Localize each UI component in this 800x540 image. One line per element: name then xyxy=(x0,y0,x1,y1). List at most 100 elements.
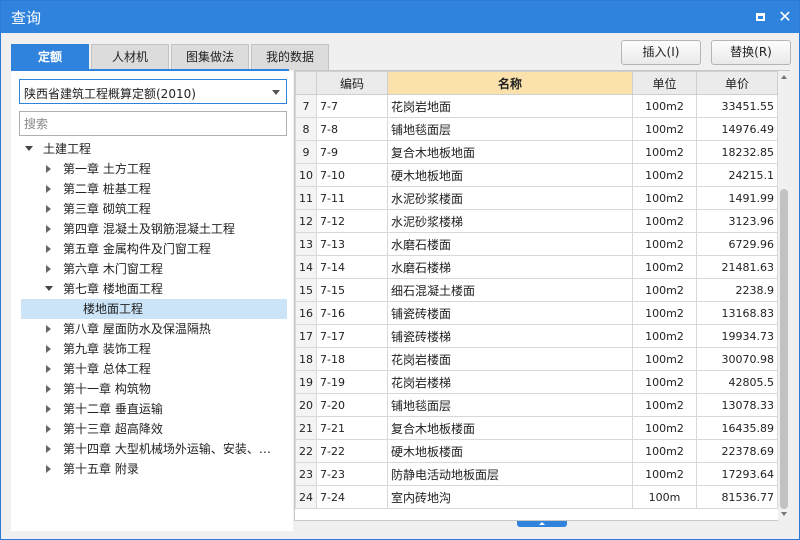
unit-cell[interactable]: 100m2 xyxy=(632,163,697,187)
collapsed-arrow-icon[interactable] xyxy=(46,325,51,333)
code-cell[interactable]: 7-9 xyxy=(316,140,388,164)
table-row[interactable]: 11 7-11 水泥砂浆楼面 100m2 1491.99 xyxy=(295,186,778,210)
price-cell[interactable]: 42805.5 xyxy=(696,370,778,394)
price-cell[interactable]: 13168.83 xyxy=(696,301,778,325)
name-cell[interactable]: 花岗岩楼梯 xyxy=(387,370,633,394)
tree-chapter-item[interactable]: 第四章 混凝土及钢筋混凝土工程 xyxy=(11,219,291,239)
price-cell[interactable]: 13078.33 xyxy=(696,393,778,417)
unit-cell[interactable]: 100m2 xyxy=(632,117,697,141)
name-cell[interactable]: 复合木地板地面 xyxy=(387,140,633,164)
name-cell[interactable]: 防静电活动地板面层 xyxy=(387,462,633,486)
price-cell[interactable]: 33451.55 xyxy=(696,94,778,118)
tree-chapter-item[interactable]: 第七章 楼地面工程 xyxy=(11,279,291,299)
tree-chapter-item[interactable]: 第八章 屋面防水及保温隔热 xyxy=(11,319,291,339)
price-cell[interactable]: 30070.98 xyxy=(696,347,778,371)
name-cell[interactable]: 花岗岩地面 xyxy=(387,94,633,118)
name-cell[interactable]: 花岗岩楼面 xyxy=(387,347,633,371)
name-cell[interactable]: 铺地毯面层 xyxy=(387,117,633,141)
code-cell[interactable]: 7-23 xyxy=(316,462,388,486)
row-index-cell[interactable]: 11 xyxy=(295,186,317,210)
unit-cell[interactable]: 100m2 xyxy=(632,370,697,394)
scrollbar-thumb[interactable] xyxy=(780,189,788,509)
chevron-down-icon[interactable] xyxy=(272,90,280,95)
table-row[interactable]: 9 7-9 复合木地板地面 100m2 18232.85 xyxy=(295,140,778,164)
row-index-cell[interactable]: 20 xyxy=(295,393,317,417)
table-row[interactable]: 23 7-23 防静电活动地板面层 100m2 17293.64 xyxy=(295,462,778,486)
tree-chapter-item[interactable]: 第五章 金属构件及门窗工程 xyxy=(11,239,291,259)
quota-library-select[interactable]: 陕西省建筑工程概算定额(2010) xyxy=(19,79,287,104)
unit-cell[interactable]: 100m xyxy=(632,485,697,509)
price-cell[interactable]: 21481.63 xyxy=(696,255,778,279)
column-header-code[interactable]: 编码 xyxy=(316,71,388,95)
unit-cell[interactable]: 100m2 xyxy=(632,255,697,279)
collapsed-arrow-icon[interactable] xyxy=(46,465,51,473)
name-cell[interactable]: 细石混凝土楼面 xyxy=(387,278,633,302)
collapsed-arrow-icon[interactable] xyxy=(46,405,51,413)
tree-root-item[interactable]: 土建工程 xyxy=(11,139,291,159)
name-cell[interactable]: 水磨石楼梯 xyxy=(387,255,633,279)
table-row[interactable]: 17 7-17 铺瓷砖楼梯 100m2 19934.73 xyxy=(295,324,778,348)
tree-chapter-item[interactable]: 第十一章 构筑物 xyxy=(11,379,291,399)
row-index-cell[interactable]: 7 xyxy=(295,94,317,118)
table-row[interactable]: 24 7-24 室内砖地沟 100m 81536.77 xyxy=(295,485,778,509)
collapsed-arrow-icon[interactable] xyxy=(46,365,51,373)
tree-chapter-item[interactable]: 第十四章 大型机械场外运输、安装、… xyxy=(11,439,291,459)
code-cell[interactable]: 7-16 xyxy=(316,301,388,325)
row-index-cell[interactable]: 24 xyxy=(295,485,317,509)
tab-my-data[interactable]: 我的数据 xyxy=(251,44,329,70)
row-index-cell[interactable]: 12 xyxy=(295,209,317,233)
collapsed-arrow-icon[interactable] xyxy=(46,225,51,233)
maximize-icon[interactable] xyxy=(753,9,769,25)
row-index-cell[interactable]: 17 xyxy=(295,324,317,348)
price-cell[interactable]: 19934.73 xyxy=(696,324,778,348)
name-cell[interactable]: 水磨石楼面 xyxy=(387,232,633,256)
name-cell[interactable]: 复合木地板楼面 xyxy=(387,416,633,440)
code-cell[interactable]: 7-21 xyxy=(316,416,388,440)
price-cell[interactable]: 24215.1 xyxy=(696,163,778,187)
row-index-cell[interactable]: 23 xyxy=(295,462,317,486)
search-input[interactable] xyxy=(19,111,287,136)
tree-chapter-item[interactable]: 第一章 土方工程 xyxy=(11,159,291,179)
collapsed-arrow-icon[interactable] xyxy=(46,165,51,173)
name-cell[interactable]: 硬木地板楼面 xyxy=(387,439,633,463)
row-index-cell[interactable]: 8 xyxy=(295,117,317,141)
price-cell[interactable]: 81536.77 xyxy=(696,485,778,509)
row-index-cell[interactable]: 10 xyxy=(295,163,317,187)
tab-quota[interactable]: 定额 xyxy=(11,44,89,70)
code-cell[interactable]: 7-24 xyxy=(316,485,388,509)
price-cell[interactable]: 2238.9 xyxy=(696,278,778,302)
column-header-price[interactable]: 单价 xyxy=(696,71,778,95)
table-row[interactable]: 12 7-12 水泥砂浆楼梯 100m2 3123.96 xyxy=(295,209,778,233)
collapsed-arrow-icon[interactable] xyxy=(46,385,51,393)
unit-cell[interactable]: 100m2 xyxy=(632,462,697,486)
tab-atlas-method[interactable]: 图集做法 xyxy=(171,44,249,70)
tree-chapter-item[interactable]: 第二章 桩基工程 xyxy=(11,179,291,199)
name-cell[interactable]: 水泥砂浆楼梯 xyxy=(387,209,633,233)
collapsed-arrow-icon[interactable] xyxy=(46,205,51,213)
unit-cell[interactable]: 100m2 xyxy=(632,140,697,164)
expanded-arrow-icon[interactable] xyxy=(25,146,33,151)
table-row[interactable]: 20 7-20 铺地毯面层 100m2 13078.33 xyxy=(295,393,778,417)
code-cell[interactable]: 7-11 xyxy=(316,186,388,210)
expanded-arrow-icon[interactable] xyxy=(45,286,53,291)
row-index-cell[interactable]: 13 xyxy=(295,232,317,256)
table-row[interactable]: 10 7-10 硬木地板地面 100m2 24215.1 xyxy=(295,163,778,187)
name-cell[interactable]: 铺瓷砖楼梯 xyxy=(387,324,633,348)
replace-button[interactable]: 替换(R) xyxy=(711,40,791,65)
scroll-down-icon[interactable] xyxy=(781,512,787,516)
column-header-index[interactable] xyxy=(295,71,317,95)
row-index-cell[interactable]: 9 xyxy=(295,140,317,164)
collapsed-arrow-icon[interactable] xyxy=(46,425,51,433)
code-cell[interactable]: 7-15 xyxy=(316,278,388,302)
code-cell[interactable]: 7-17 xyxy=(316,324,388,348)
tree-chapter-item[interactable]: 第十章 总体工程 xyxy=(11,359,291,379)
panel-collapse-handle[interactable] xyxy=(517,521,567,527)
code-cell[interactable]: 7-12 xyxy=(316,209,388,233)
name-cell[interactable]: 水泥砂浆楼面 xyxy=(387,186,633,210)
tree-chapter-item[interactable]: 第三章 砌筑工程 xyxy=(11,199,291,219)
price-cell[interactable]: 16435.89 xyxy=(696,416,778,440)
tree-chapter-item[interactable]: 第十三章 超高降效 xyxy=(11,419,291,439)
collapsed-arrow-icon[interactable] xyxy=(46,265,51,273)
price-cell[interactable]: 3123.96 xyxy=(696,209,778,233)
tree-chapter-item[interactable]: 第九章 装饰工程 xyxy=(11,339,291,359)
